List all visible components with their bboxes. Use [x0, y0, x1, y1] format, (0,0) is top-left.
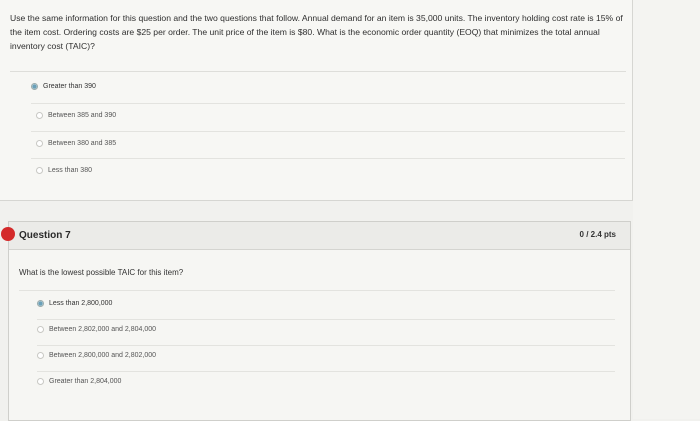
question-7-text: What is the lowest possible TAIC for thi… — [19, 268, 184, 277]
q6-option-2[interactable]: Between 385 and 390 — [36, 112, 116, 119]
option-label: Between 385 and 390 — [48, 112, 117, 119]
option-label: Less than 2,800,000 — [49, 300, 113, 307]
question-6-card: Use the same information for this questi… — [0, 0, 633, 201]
q7-option-3[interactable]: Between 2,800,000 and 2,802,000 — [37, 352, 156, 359]
radio-icon[interactable] — [36, 167, 43, 174]
question-6-text: Use the same information for this questi… — [10, 13, 623, 51]
divider — [19, 290, 615, 291]
q7-option-2[interactable]: Between 2,802,000 and 2,804,000 — [37, 326, 156, 333]
radio-icon[interactable] — [37, 378, 44, 385]
option-label: Between 380 and 385 — [48, 140, 117, 147]
radio-icon[interactable] — [37, 326, 44, 333]
q6-option-3[interactable]: Between 380 and 385 — [36, 140, 116, 147]
option-label: Between 2,800,000 and 2,802,000 — [49, 352, 157, 359]
radio-icon[interactable] — [36, 140, 43, 147]
divider — [37, 345, 615, 346]
question-7-card: Question 7 0 / 2.4 pts What is the lowes… — [1, 221, 631, 421]
divider — [31, 103, 625, 104]
radio-icon[interactable] — [37, 300, 44, 307]
divider — [10, 71, 626, 72]
q7-option-4[interactable]: Greater than 2,804,000 — [37, 378, 121, 385]
divider — [31, 158, 625, 159]
divider — [31, 131, 625, 132]
q7-option-1[interactable]: Less than 2,800,000 — [37, 300, 112, 307]
option-label: Less than 380 — [48, 167, 92, 174]
incorrect-flag-icon — [1, 227, 15, 241]
radio-icon[interactable] — [37, 352, 44, 359]
option-label: Between 2,802,000 and 2,804,000 — [49, 326, 157, 333]
radio-icon[interactable] — [36, 112, 43, 119]
option-label: Greater than 2,804,000 — [49, 378, 122, 385]
points-badge: 0 / 2.4 pts — [579, 230, 616, 239]
question-title: Question 7 — [19, 230, 71, 241]
option-label: Greater than 390 — [43, 83, 96, 90]
right-margin — [633, 0, 700, 419]
radio-icon[interactable] — [31, 83, 38, 90]
divider — [37, 371, 615, 372]
q6-option-1[interactable]: Greater than 390 — [31, 83, 96, 90]
q6-option-4[interactable]: Less than 380 — [36, 167, 92, 174]
question-header: Question 7 0 / 2.4 pts — [9, 222, 630, 250]
divider — [37, 319, 615, 320]
